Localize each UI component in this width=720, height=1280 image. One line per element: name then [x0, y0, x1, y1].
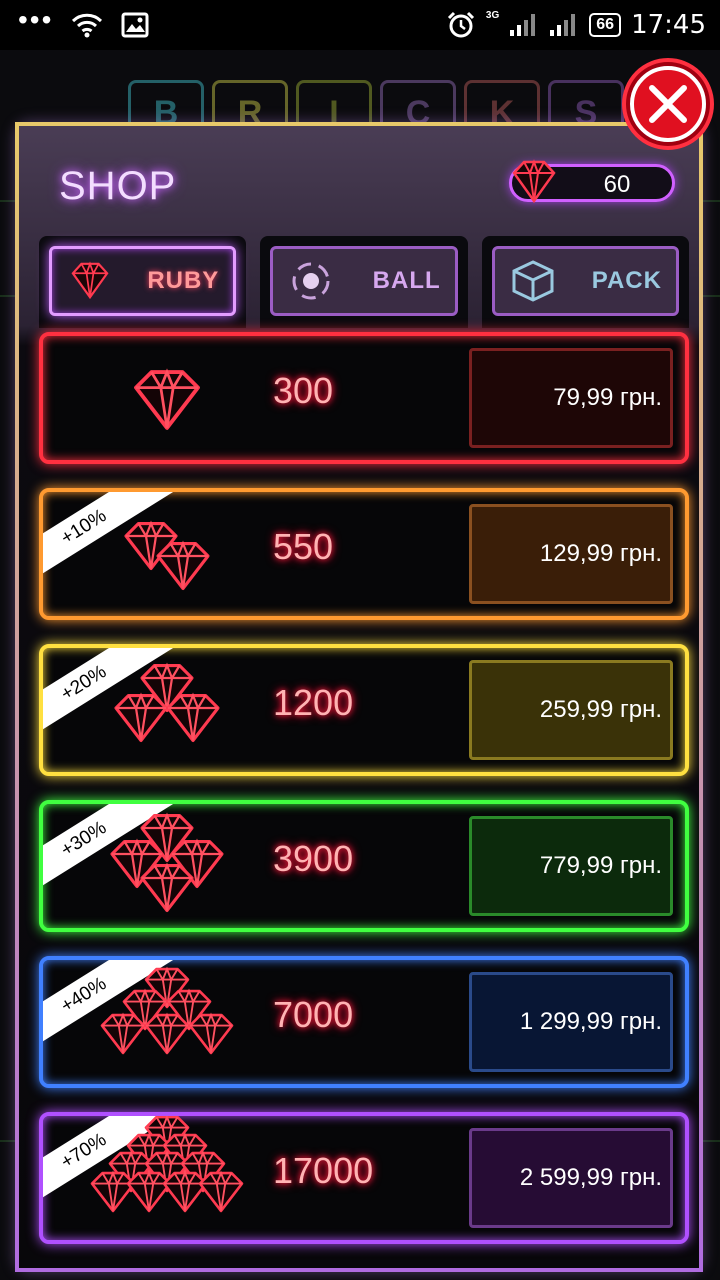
network-type-label: 3G [485, 9, 500, 21]
tab-ball-button[interactable]: BALL [270, 246, 458, 316]
buy-button[interactable]: 129,99 грн. [469, 504, 673, 604]
buy-button[interactable]: 259,99 грн. [469, 660, 673, 760]
tab-pack-label: PACK [591, 267, 662, 294]
buy-button[interactable]: 1 299,99 грн. [469, 972, 673, 1072]
clock: 17:45 [631, 10, 706, 40]
ruby-icon [114, 692, 168, 743]
alarm-icon [447, 11, 474, 38]
ruby-offer[interactable]: +20% 1200 259,99 грн. [39, 644, 689, 776]
tab-ruby-label: RUBY [147, 267, 220, 294]
ruby-bundle-icon [134, 368, 200, 430]
ruby-offer-list: 300 79,99 грн. +10% 550 129,99 грн. +20%… [39, 332, 689, 1268]
ruby-offer[interactable]: +70% 17000 2 599,99 грн. [39, 1112, 689, 1244]
signal-2-icon [550, 14, 576, 36]
status-bar: ••• 3G 66 17:45 [0, 0, 720, 50]
ruby-icon [156, 540, 210, 591]
ruby-icon [140, 862, 194, 913]
ruby-amount: 1200 [273, 682, 354, 723]
ruby-icon [71, 261, 109, 300]
ruby-amount: 7000 [273, 994, 354, 1035]
buy-button[interactable]: 779,99 грн. [469, 816, 673, 916]
ruby-icon [162, 1170, 208, 1213]
tab-pack[interactable]: PACK [481, 236, 689, 328]
ruby-count: 60 [603, 171, 631, 198]
tab-ball-label: BALL [372, 267, 441, 294]
gallery-icon [121, 12, 149, 38]
ruby-bundle-icon [124, 520, 210, 591]
ruby-bundle-icon [100, 966, 234, 1055]
ruby-amount: 17000 [273, 1150, 374, 1191]
cube-icon [512, 260, 554, 302]
ruby-bundle-icon [90, 1116, 244, 1213]
tab-ruby[interactable]: RUBY [39, 236, 247, 328]
signal-icon [510, 14, 536, 36]
more-notifications-icon: ••• [18, 4, 54, 35]
tab-ball[interactable]: BALL [260, 236, 468, 328]
ruby-amount: 3900 [273, 838, 354, 879]
ruby-icon [134, 368, 200, 430]
ruby-icon [188, 1012, 234, 1055]
ruby-offer[interactable]: +10% 550 129,99 грн. [39, 488, 689, 620]
buy-button[interactable]: 2 599,99 грн. [469, 1128, 673, 1228]
ruby-icon [512, 159, 556, 204]
ruby-amount: 550 [273, 526, 334, 567]
close-icon[interactable] [618, 56, 718, 152]
ruby-icon [126, 1170, 172, 1213]
ruby-bundle-icon [110, 812, 224, 913]
ball-icon [292, 262, 330, 300]
buy-button[interactable]: 79,99 грн. [469, 348, 673, 448]
tab-ruby-button[interactable]: RUBY [49, 246, 237, 316]
shop-panel: SHOP 60 RUBY BALL PACK 300 79,99 грн. +1… [15, 122, 703, 1272]
ruby-bundle-icon [114, 662, 220, 743]
ruby-offer[interactable]: +40% 7000 1 299,99 грн. [39, 956, 689, 1088]
shop-title: SHOP [59, 164, 177, 208]
ruby-offer[interactable]: +30% 3900 779,99 грн. [39, 800, 689, 932]
ruby-icon [144, 1012, 190, 1055]
shop-tabs: RUBY BALL PACK [39, 236, 689, 328]
wifi-icon [72, 13, 103, 38]
battery-indicator: 66 [589, 13, 622, 37]
ruby-icon [166, 692, 220, 743]
ruby-icon [198, 1170, 244, 1213]
ruby-balance: 60 [509, 159, 675, 204]
ruby-icon [100, 1012, 146, 1055]
ruby-offer[interactable]: 300 79,99 грн. [39, 332, 689, 464]
ruby-icon [90, 1170, 136, 1213]
ruby-amount: 300 [273, 370, 334, 411]
tab-pack-button[interactable]: PACK [491, 246, 679, 316]
